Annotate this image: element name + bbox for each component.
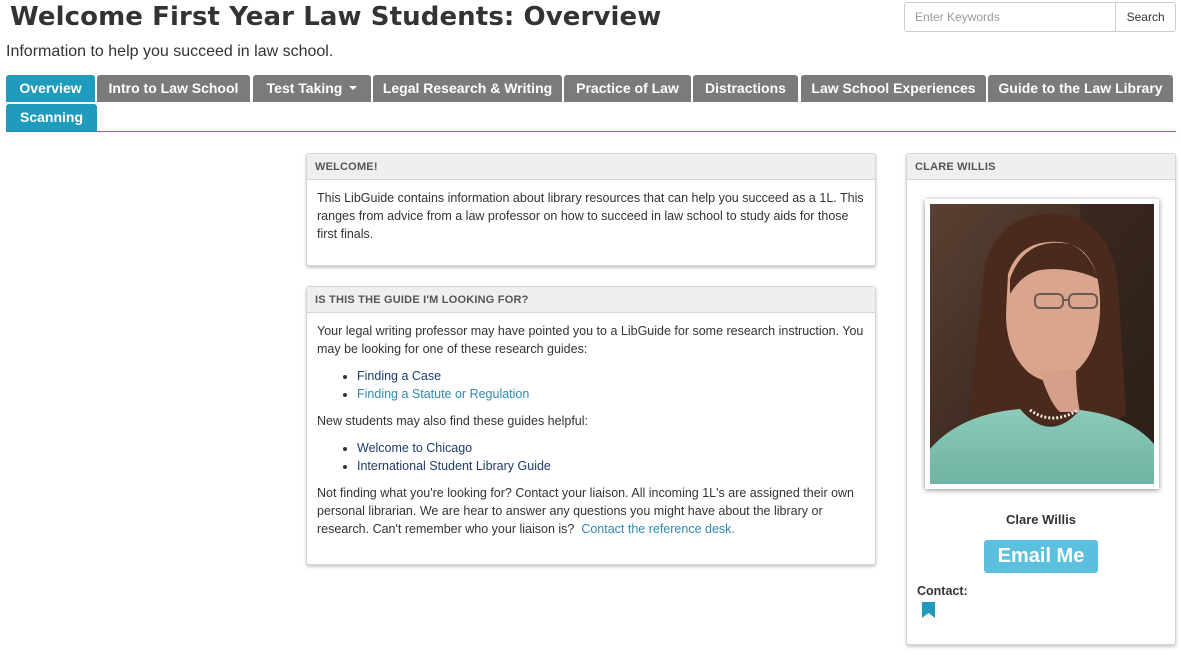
guide-box-title: Is this the guide I'm looking for? [307,287,875,313]
tab-label: Distractions [705,80,786,96]
guide-box: Is this the guide I'm looking for? Your … [306,286,876,565]
profile-box: Clare Willis [906,153,1176,645]
tab-overview[interactable]: Overview [6,75,95,102]
profile-box-title: Clare Willis [907,154,1175,180]
tab-distractions[interactable]: Distractions [693,75,798,102]
contact-label: Contact: [917,584,968,598]
email-me-button[interactable]: Email Me [984,540,1098,573]
tab-test-taking[interactable]: Test Taking [253,75,371,102]
tab-law-school-experiences[interactable]: Law School Experiences [801,75,986,102]
research-guides-list: Finding a Case Finding a Statute or Regu… [317,367,865,403]
search-input[interactable] [904,2,1116,32]
tab-label: Legal Research & Writing [382,80,553,96]
tab-label: Practice of Law [576,80,679,96]
list-item: International Student Library Guide [357,457,865,475]
search-button[interactable]: Search [1115,2,1176,32]
profile-name: Clare Willis [1006,512,1076,527]
finding-a-statute-link[interactable]: Finding a Statute or Regulation [357,387,529,401]
guide-tab-bar: Overview Intro to Law School Test Taking… [6,75,1176,132]
tab-legal-research-writing[interactable]: Legal Research & Writing [373,75,562,102]
caret-down-icon [349,86,358,91]
tab-label: Intro to Law School [108,80,239,96]
guide-intro-text: Your legal writing professor may have po… [317,324,864,356]
welcome-text: This LibGuide contains information about… [317,191,864,241]
tab-scanning[interactable]: Scanning [6,104,97,131]
tab-label: Guide to the Law Library [998,80,1163,96]
tab-guide-to-the-law-library[interactable]: Guide to the Law Library [988,75,1173,102]
new-student-guides-list: Welcome to Chicago International Student… [317,439,865,475]
portrait-photo-icon [925,199,1159,489]
list-item: Finding a Statute or Regulation [357,385,865,403]
new-students-text: New students may also find these guides … [317,414,588,428]
tab-label: Scanning [19,109,83,125]
list-item: Welcome to Chicago [357,439,865,457]
tab-label: Law School Experiences [811,80,976,96]
finding-a-case-link[interactable]: Finding a Case [357,369,441,383]
tab-label: Test Taking [266,80,343,96]
contact-reference-desk-link[interactable]: Contact the reference desk. [581,522,735,536]
list-item: Finding a Case [357,367,865,385]
tab-practice-of-law[interactable]: Practice of Law [564,75,691,102]
page-title: Welcome First Year Law Students: Overvie… [10,2,662,32]
international-student-guide-link[interactable]: International Student Library Guide [357,459,551,473]
closing-paragraph: Not finding what you're looking for? Con… [317,484,865,538]
welcome-box: Welcome! This LibGuide contains informat… [306,153,876,266]
tab-intro-to-law-school[interactable]: Intro to Law School [97,75,250,102]
welcome-to-chicago-link[interactable]: Welcome to Chicago [357,441,472,455]
guide-box-body: Your legal writing professor may have po… [307,313,875,538]
tab-label: Overview [19,80,82,96]
search-form: Search [904,2,1176,32]
page-subtitle: Information to help you succeed in law s… [6,43,334,60]
bookmark-icon[interactable] [922,602,935,618]
welcome-box-body: This LibGuide contains information about… [307,180,875,243]
welcome-box-title: Welcome! [307,154,875,180]
